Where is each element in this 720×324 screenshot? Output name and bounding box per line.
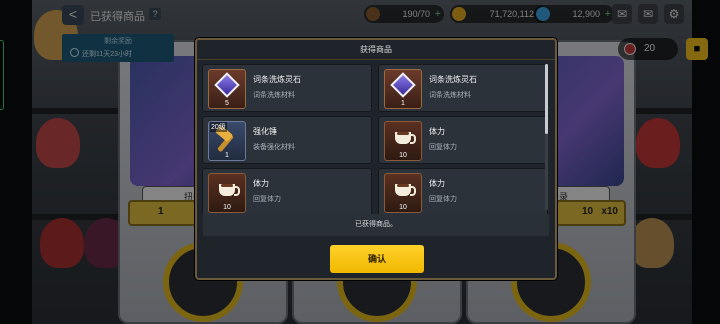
item-description: 回复体力 (429, 196, 457, 203)
gacha-screen: 扭蛋商品 1 x1 商品目录 10 x10 < 已获得商品 ? 190/70 +… (0, 0, 720, 324)
coffee-cup-icon (395, 184, 416, 196)
coffee-cup-icon (219, 184, 240, 196)
item-name: 词条洗炼灵石 (253, 75, 301, 84)
item-quantity: 1 (401, 100, 405, 107)
item-thumbnail: 10 (384, 173, 422, 213)
item-quantity: 1 (225, 152, 229, 159)
item-description: 回复体力 (253, 196, 281, 203)
reward-card[interactable]: 20级 1 强化锤 装备强化材料 (202, 116, 372, 164)
item-name: 体力 (429, 179, 445, 188)
reward-list[interactable]: 5 词条洗炼灵石 词条洗炼材料 1 词条洗炼灵石 词条洗炼材料 20级 1 强化… (202, 64, 548, 214)
item-level-badge: 20级 (210, 122, 227, 132)
purple-gem-icon (214, 72, 240, 98)
item-description: 词条洗炼材料 (253, 92, 295, 99)
reward-modal: 获得商品 5 词条洗炼灵石 词条洗炼材料 1 词条洗炼灵石 词条洗炼材料 20级… (195, 38, 557, 280)
confirm-button[interactable]: 确认 (330, 245, 424, 273)
item-thumbnail: 5 (208, 69, 246, 109)
item-name: 词条洗炼灵石 (429, 75, 477, 84)
reward-list-scrollbar[interactable] (545, 64, 548, 210)
item-quantity: 10 (399, 204, 407, 211)
item-thumbnail: 10 (208, 173, 246, 213)
obtained-message: 已获得商品。 (203, 214, 549, 236)
item-quantity: 10 (223, 204, 231, 211)
reward-card[interactable]: 10 体力 回复体力 (378, 168, 548, 214)
scrollbar-thumb[interactable] (545, 64, 548, 134)
modal-title: 获得商品 (197, 40, 555, 60)
item-quantity: 10 (399, 152, 407, 159)
coffee-cup-icon (395, 132, 416, 144)
item-name: 体力 (253, 179, 269, 188)
item-name: 体力 (429, 127, 445, 136)
item-quantity: 5 (225, 100, 229, 107)
purple-gem-icon (390, 72, 416, 98)
reward-card[interactable]: 5 词条洗炼灵石 词条洗炼材料 (202, 64, 372, 112)
item-description: 装备强化材料 (253, 144, 295, 151)
item-thumbnail: 20级 1 (208, 121, 246, 161)
reward-card[interactable]: 10 体力 回复体力 (202, 168, 372, 214)
item-thumbnail: 10 (384, 121, 422, 161)
item-description: 回复体力 (429, 144, 457, 151)
reward-card[interactable]: 10 体力 回复体力 (378, 116, 548, 164)
item-thumbnail: 1 (384, 69, 422, 109)
item-name: 强化锤 (253, 127, 277, 136)
reward-card[interactable]: 1 词条洗炼灵石 词条洗炼材料 (378, 64, 548, 112)
item-description: 词条洗炼材料 (429, 92, 471, 99)
